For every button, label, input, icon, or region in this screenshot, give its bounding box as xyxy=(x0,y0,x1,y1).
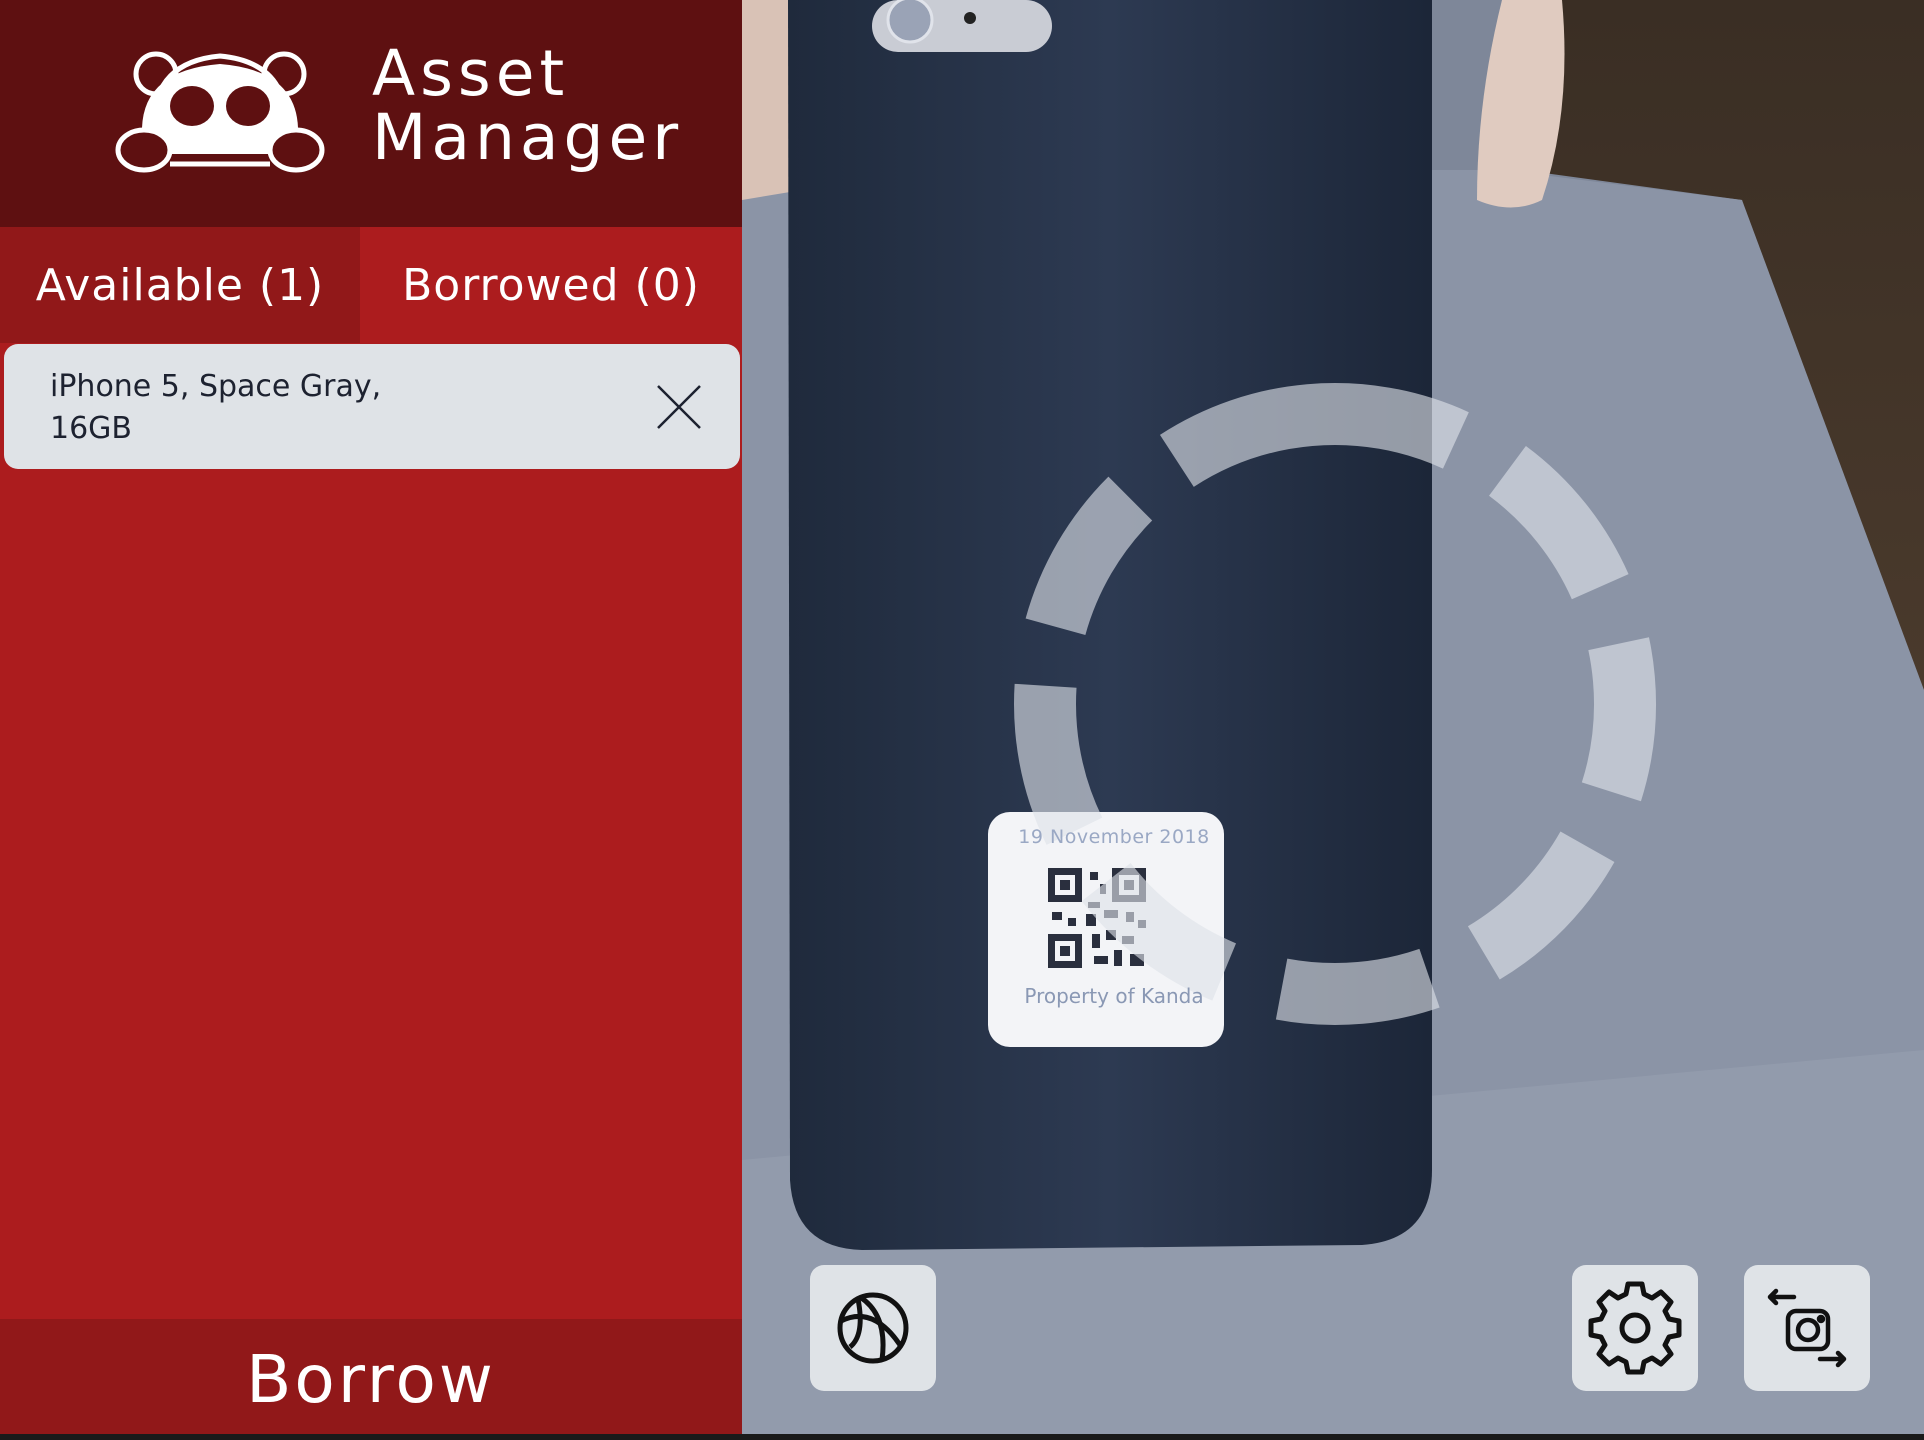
app-title: Asset Manager xyxy=(372,42,683,170)
tab-available[interactable]: Available (1) xyxy=(0,227,360,343)
app-header: Asset Manager xyxy=(0,0,742,227)
tab-borrowed[interactable]: Borrowed (0) xyxy=(360,227,742,343)
settings-button[interactable] xyxy=(1572,1265,1698,1391)
switch-camera-button[interactable] xyxy=(1744,1265,1870,1391)
app-title-line1: Asset xyxy=(372,37,570,110)
close-icon[interactable] xyxy=(654,382,704,432)
app-title-line2: Manager xyxy=(372,101,684,174)
camera-feed xyxy=(742,0,1924,1440)
panda-logo-icon xyxy=(115,51,325,173)
asset-name: iPhone 5, Space Gray, 16GB xyxy=(50,369,382,446)
bottom-edge xyxy=(0,1434,1924,1440)
camera-view: 19 November 2018 Property of Kanda xyxy=(742,0,1924,1440)
sidebar-panel: Asset Manager Available (1) Borrowed (0)… xyxy=(0,0,742,1440)
globe-ball-icon xyxy=(837,1292,909,1364)
switch-camera-icon xyxy=(1767,1288,1847,1368)
gear-icon xyxy=(1588,1281,1682,1375)
qr-label-owner: Property of Kanda xyxy=(1024,984,1204,1008)
qr-label-date: 19 November 2018 xyxy=(1018,826,1210,848)
tab-bar: Available (1) Borrowed (0) xyxy=(0,227,742,343)
borrow-button[interactable]: Borrow xyxy=(0,1319,742,1440)
ar-button[interactable] xyxy=(810,1265,936,1391)
list-item[interactable]: iPhone 5, Space Gray, 16GB xyxy=(4,344,740,469)
